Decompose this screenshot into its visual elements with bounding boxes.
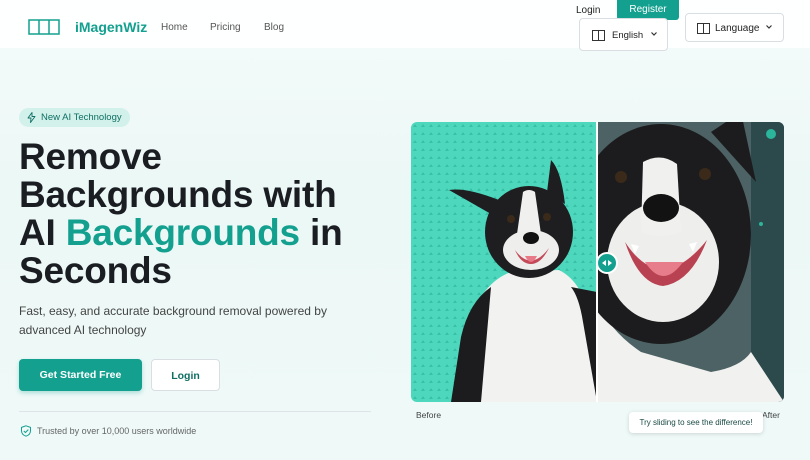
headline-line-1: Remove [19,136,162,177]
language-button[interactable]: Language [685,13,784,42]
hero-headline: Remove Backgrounds with AI Backgrounds i… [19,138,399,290]
get-started-button[interactable]: Get Started Free [19,359,142,391]
shield-check-icon [21,425,31,437]
headline-in: in [299,212,343,253]
nav-blog[interactable]: Blog [264,22,284,33]
slider-handle-icon[interactable] [596,252,618,274]
logo-icon [28,19,60,35]
headline-accent: Backgrounds [65,212,300,253]
header-register-button[interactable]: Register [617,0,679,20]
language-dropdown[interactable]: English [579,18,668,51]
headline-line-3: AI Backgrounds in [19,214,399,252]
language-icon [592,30,605,41]
before-after-comparison[interactable] [411,122,784,402]
divider [19,411,371,412]
badge-label: New AI Technology [41,112,122,123]
language-button-label: Language [715,23,760,34]
before-label: Before [416,410,442,420]
header-login-link[interactable]: Login [576,5,600,16]
hero-subtext: Fast, easy, and accurate background remo… [19,304,327,337]
hero-login-button[interactable]: Login [151,359,220,391]
before-image [411,122,597,402]
brand-name[interactable]: iMagenWiz [75,19,147,35]
nav-pricing[interactable]: Pricing [210,22,241,33]
after-label: After [762,410,780,420]
trust-text: Trusted by over 10,000 users worldwide [37,426,197,436]
language-icon [697,23,710,34]
nav-home[interactable]: Home [161,22,188,33]
headline-line-4: Seconds [19,250,172,291]
chevron-down-icon [766,25,772,29]
slide-hint-tooltip: Try sliding to see the difference! [629,412,763,433]
bolt-icon [27,112,36,123]
headline-ai: AI [19,212,66,253]
new-ai-badge: New AI Technology [19,108,130,127]
language-dropdown-value: English [612,30,644,41]
headline-line-2: Backgrounds with [19,174,337,215]
chevron-down-icon [651,32,657,36]
